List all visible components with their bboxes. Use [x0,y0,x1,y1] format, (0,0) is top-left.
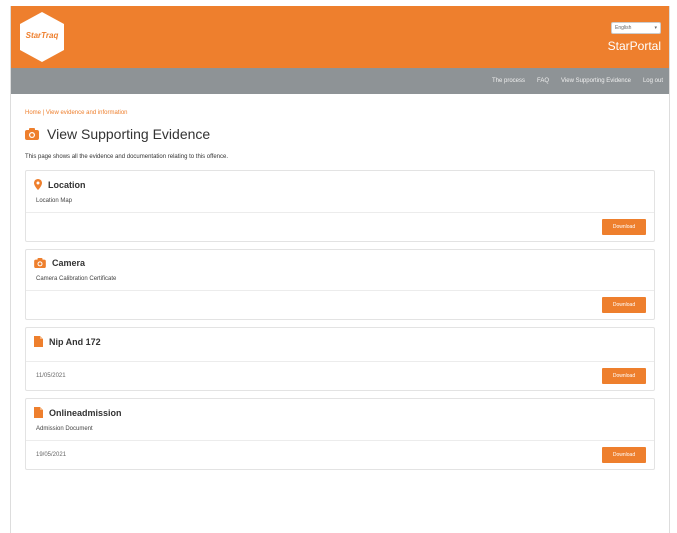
language-value: English [615,25,632,31]
language-select[interactable]: English ▾ [611,22,661,34]
camera-icon [34,258,46,268]
main-content: Home | View evidence and information Vie… [11,94,669,470]
map-pin-icon [34,179,42,190]
card-subtitle: Location Map [36,198,73,204]
card-footer: Download [26,212,654,241]
breadcrumb[interactable]: Home | View evidence and information [25,110,655,116]
nav-link-logout[interactable]: Log out [643,78,663,84]
card-title: Location [48,179,86,190]
download-button[interactable]: Download [602,297,646,313]
card-header: Camera [26,250,654,272]
card-subtitle: Admission Document [36,426,93,432]
document-icon [34,407,43,418]
page-title: View Supporting Evidence [47,126,211,142]
startraq-logo[interactable]: StarTraq [19,11,65,63]
evidence-card-onlineadmission: Onlineadmission Admission Document 19/05… [25,398,655,470]
evidence-card-nip: Nip And 172 11/05/2021 Download [25,327,655,391]
card-date: 19/05/2021 [36,452,67,458]
nav-link-evidence[interactable]: View Supporting Evidence [561,78,631,84]
card-subtitle: Camera Calibration Certificate [36,276,117,282]
card-title: Camera [52,258,86,268]
portal-title: StarPortal [607,39,661,53]
page-title-row: View Supporting Evidence [25,126,655,142]
nav-link-faq[interactable]: FAQ [537,78,549,84]
document-icon [34,336,43,347]
evidence-card-location: Location Location Map Download [25,170,655,242]
evidence-card-camera: Camera Camera Calibration Certificate Do… [25,249,655,320]
card-header: Location [26,171,654,194]
nav-link-process[interactable]: The process [492,78,525,84]
card-header: Nip And 172 [26,328,654,361]
page-frame: StarTraq English ▾ StarPortal The proces… [10,6,670,533]
download-button[interactable]: Download [602,368,646,384]
logo-text: StarTraq [25,31,59,40]
card-footer: 11/05/2021 Download [26,361,654,390]
download-button[interactable]: Download [602,447,646,463]
header: StarTraq English ▾ StarPortal [11,6,669,68]
card-title: Onlineadmission [49,407,122,418]
card-footer: 19/05/2021 Download [26,440,654,469]
chevron-down-icon: ▾ [654,25,657,31]
card-footer: Download [26,290,654,319]
card-title: Nip And 172 [49,336,101,347]
card-date: 11/05/2021 [36,373,66,379]
top-nav: The process FAQ View Supporting Evidence… [11,68,669,94]
download-button[interactable]: Download [602,219,646,235]
camera-icon [25,128,39,140]
page-description: This page shows all the evidence and doc… [25,154,229,160]
card-header: Onlineadmission [26,399,654,422]
